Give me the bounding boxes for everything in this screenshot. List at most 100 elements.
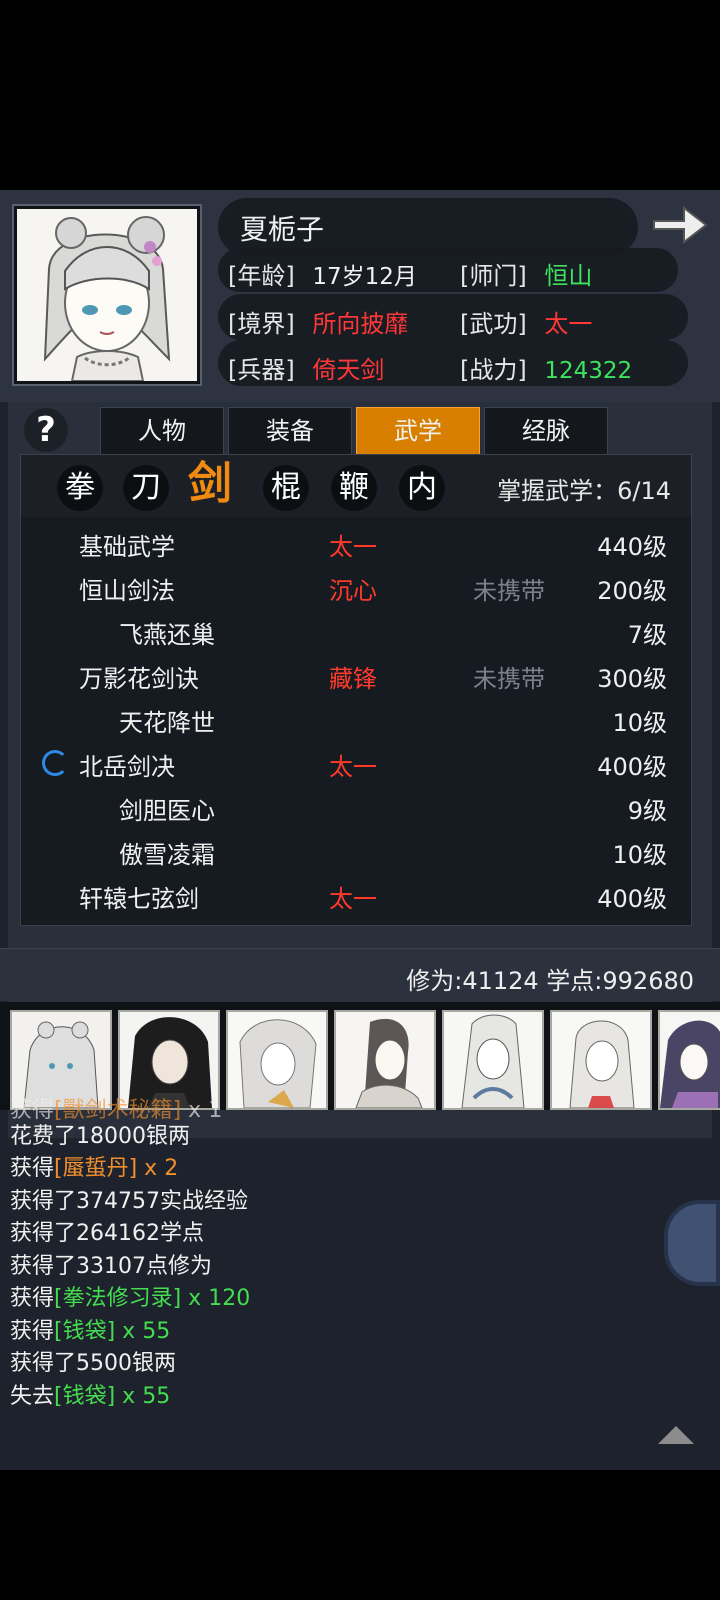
roster-character-3[interactable] xyxy=(226,1010,328,1110)
log-text: 获得 xyxy=(10,1286,55,1311)
category-sword[interactable]: 剑 xyxy=(185,461,235,507)
log-line: 获得[钱袋] x 55 xyxy=(10,1313,170,1345)
skill-row[interactable]: 恒山剑法 沉心 未携带 200级 xyxy=(21,563,691,607)
log-line: 获得了5500银两 xyxy=(10,1345,176,1377)
skill-tier: 藏锋 xyxy=(329,665,377,693)
skill-level: 200级 xyxy=(597,577,667,605)
realm-value: 所向披靡 xyxy=(312,310,409,338)
arrow-right-icon[interactable] xyxy=(650,200,710,250)
power-label: [战力] xyxy=(460,356,527,384)
category-staff[interactable]: 棍 xyxy=(263,465,309,511)
skill-level: 440级 xyxy=(597,533,667,561)
weapon-row: [兵器] 倚天剑 xyxy=(228,350,384,385)
cultivation-bar: 修为:41124 学点:992680 xyxy=(0,948,720,1001)
roster-character-7[interactable] xyxy=(658,1010,720,1110)
skill-name: 万影花剑诀 xyxy=(79,665,199,693)
log-line: 获得了374757实战经验 xyxy=(10,1183,248,1215)
skill-level: 9级 xyxy=(627,797,667,825)
skill-row[interactable]: 剑胆医心 9级 xyxy=(21,783,691,827)
category-whip[interactable]: 鞭 xyxy=(331,465,377,511)
tab-meridians[interactable]: 经脉 xyxy=(484,407,608,455)
skill-name: 天花降世 xyxy=(119,709,215,737)
log-text: 获得了374757实战经验 xyxy=(10,1189,248,1214)
skill-row[interactable]: 飞燕还巢 7级 xyxy=(21,607,691,651)
power-value: 124322 xyxy=(544,358,633,384)
character-header: 夏栀子 [年龄] 17岁12月 [师门] 恒山 [境界] 所向披靡 [武功] 太… xyxy=(0,190,720,402)
skill-level: 10级 xyxy=(612,709,667,737)
log-line: 获得[蜃蜇丹] x 2 xyxy=(10,1150,178,1182)
age-label: [年龄] xyxy=(228,262,295,290)
school-value: 恒山 xyxy=(544,262,593,290)
log-item-name: [蜃蜇丹] xyxy=(54,1156,138,1181)
school-row: [师门] 恒山 xyxy=(460,256,592,291)
skill-name: 恒山剑法 xyxy=(79,577,175,605)
carry-status: 未携带 xyxy=(473,665,545,693)
skill-row[interactable]: 万影花剑诀 藏锋 未携带 300级 xyxy=(21,651,691,695)
weapon-value: 倚天剑 xyxy=(312,356,385,384)
skill-row[interactable]: 基础武学 太一 440级 xyxy=(21,519,691,563)
skill-name: 飞燕还巢 xyxy=(119,621,215,649)
game-screen: 夏栀子 [年龄] 17岁12月 [师门] 恒山 [境界] 所向披靡 [武功] 太… xyxy=(0,190,720,1470)
weapon-label: [兵器] xyxy=(228,356,295,384)
skill-name: 轩辕七弦剑 xyxy=(79,885,199,913)
log-item-name: [钱袋] xyxy=(54,1384,116,1409)
skill-name: 剑胆医心 xyxy=(119,797,215,825)
martial-arts-panel: 拳 刀 剑 棍 鞭 内 掌握武学：6/14 基础武学 太一 440级 恒山剑法 … xyxy=(20,454,692,926)
skill-tier: 沉心 xyxy=(329,577,377,605)
category-fist[interactable]: 拳 xyxy=(57,465,103,511)
roster-character-5[interactable] xyxy=(442,1010,544,1110)
log-text: 获得 xyxy=(10,1319,55,1344)
realm-label: [境界] xyxy=(228,310,295,338)
floating-menu-button[interactable] xyxy=(664,1200,720,1286)
roster-portrait-4 xyxy=(336,1012,434,1108)
log-text: 失去 xyxy=(10,1384,55,1409)
age-row: [年龄] 17岁12月 xyxy=(228,256,417,291)
category-strip: 拳 刀 剑 棍 鞭 内 掌握武学：6/14 xyxy=(21,455,691,517)
martial-row: [武功] 太一 xyxy=(460,304,592,339)
log-text: 获得了33107点修为 xyxy=(10,1254,212,1279)
character-name: 夏栀子 xyxy=(240,213,325,246)
martial-label: [武功] xyxy=(460,310,527,338)
log-text: 花费了18000银两 xyxy=(10,1124,190,1149)
skill-name: 傲雪凌霜 xyxy=(119,841,215,869)
log-line: 花费了18000银两 xyxy=(10,1118,190,1150)
skill-level: 400级 xyxy=(597,753,667,781)
tab-character[interactable]: 人物 xyxy=(100,407,224,455)
log-line: 获得了264162学点 xyxy=(10,1215,204,1247)
log-line: 获得[拳法修习录] x 120 xyxy=(10,1280,250,1312)
martial-value: 太一 xyxy=(544,310,593,338)
roster-character-4[interactable] xyxy=(334,1010,436,1110)
mastery-count: 掌握武学：6/14 xyxy=(497,477,671,505)
help-icon[interactable]: ? xyxy=(24,408,68,452)
skill-level: 7级 xyxy=(627,621,667,649)
roster-portrait-7 xyxy=(660,1012,720,1108)
log-quantity: x 55 xyxy=(115,1384,171,1409)
roster-character-6[interactable] xyxy=(550,1010,652,1110)
scroll-up-icon[interactable] xyxy=(656,1424,696,1446)
skill-level: 300级 xyxy=(597,665,667,693)
age-value: 17岁12月 xyxy=(312,264,417,290)
power-row: [战力] 124322 xyxy=(460,350,632,385)
skill-row[interactable]: 琴音 2级 xyxy=(21,915,691,923)
skill-row[interactable]: 傲雪凌霜 10级 xyxy=(21,827,691,871)
carry-status: 未携带 xyxy=(473,577,545,605)
character-portrait[interactable] xyxy=(14,206,200,384)
skill-row[interactable]: 北岳剑决 太一 400级 xyxy=(21,739,691,783)
skill-name: 基础武学 xyxy=(79,533,175,561)
tab-equipment[interactable]: 装备 xyxy=(228,407,352,455)
log-item-name: [拳法修习录] xyxy=(54,1286,182,1311)
log-text: 获得了264162学点 xyxy=(10,1221,204,1246)
roster-portrait-3 xyxy=(228,1012,326,1108)
skill-row[interactable]: 天花降世 10级 xyxy=(21,695,691,739)
tab-martial-arts[interactable]: 武学 xyxy=(356,407,480,455)
skills-list[interactable]: 基础武学 太一 440级 恒山剑法 沉心 未携带 200级 飞燕还巢 7级 万影… xyxy=(21,519,691,923)
log-quantity: x 2 xyxy=(137,1156,179,1181)
skill-tier: 太一 xyxy=(329,753,377,781)
skill-row[interactable]: 轩辕七弦剑 太一 400级 xyxy=(21,871,691,915)
character-portrait-image xyxy=(17,209,197,381)
skill-tier: 太一 xyxy=(329,885,377,913)
category-blade[interactable]: 刀 xyxy=(123,465,169,511)
roster-portrait-6 xyxy=(552,1012,650,1108)
event-log[interactable]: 获得[獸剑术秘籍] x 1 花费了18000银两 获得[蜃蜇丹] x 2 获得了… xyxy=(10,1098,670,1440)
category-internal[interactable]: 内 xyxy=(399,465,445,511)
